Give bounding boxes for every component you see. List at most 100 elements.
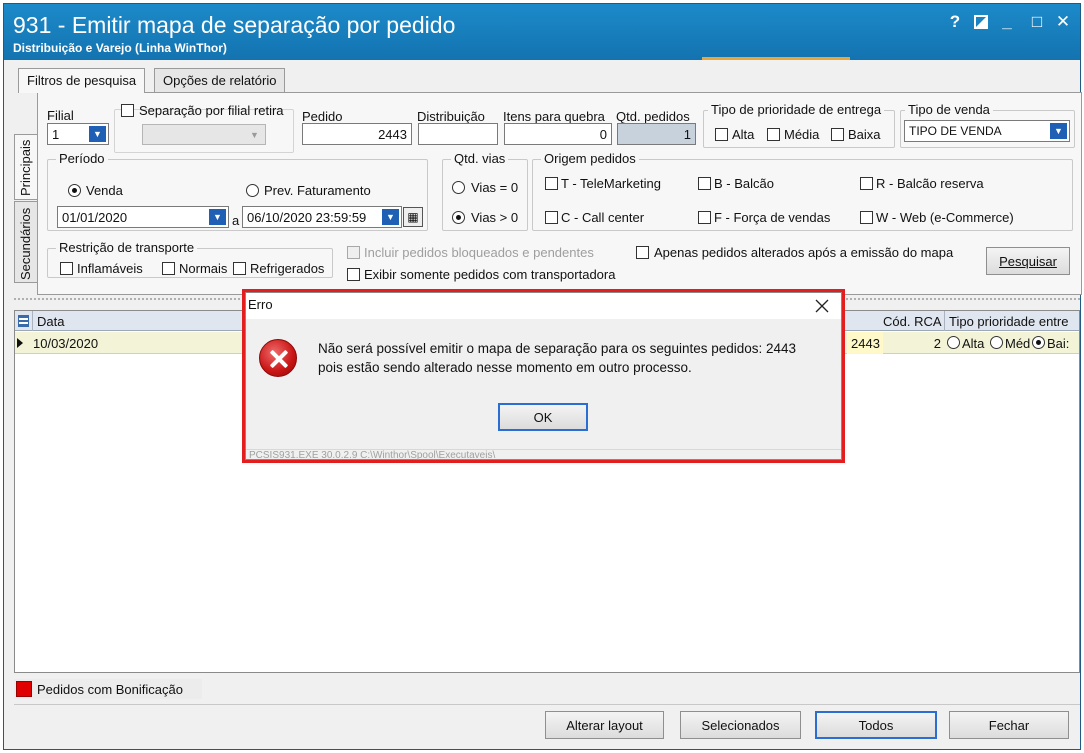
dialog-message-line2: pois estão sendo alterado nesse momento …	[318, 360, 692, 375]
side-tab-secundarios-label: Secundários	[18, 207, 33, 280]
separacao-filial-checkbox[interactable]	[121, 104, 134, 117]
vias-maior-zero-radio[interactable]	[452, 211, 465, 224]
separacao-filial-select: ▼	[142, 124, 266, 145]
tipo-prioridade-legend: Tipo de prioridade de entrega	[708, 102, 885, 117]
cell-prio-alta-label: Alta	[962, 336, 985, 351]
origem-balcao-label: B - Balcão	[714, 176, 774, 191]
cell-data: 10/03/2020	[33, 336, 99, 351]
title-bar: 931 - Emitir mapa de separação por pedid…	[4, 4, 1080, 60]
somente-transportadora-label: Exibir somente pedidos com transportador…	[364, 267, 616, 282]
dialog-title-bar: Erro	[246, 293, 841, 319]
origem-balcao-reserva-checkbox[interactable]	[860, 177, 873, 190]
filters-panel: Filial 1 ▼ Separação por filial retira ▼…	[37, 92, 1082, 295]
qtd-pedidos-label: Qtd. pedidos	[616, 109, 690, 124]
column-tipo-prioridade[interactable]: Tipo prioridade entre	[945, 311, 1079, 331]
origem-telemarketing-label: T - TeleMarketing	[561, 176, 661, 191]
tab-filtros-pesquisa[interactable]: Filtros de pesquisa	[18, 68, 146, 93]
restore-icon	[974, 15, 988, 29]
chevron-down-icon: ▼	[209, 209, 226, 225]
vias-zero-label: Vias = 0	[471, 180, 519, 195]
help-button[interactable]: ?	[944, 12, 966, 32]
periodo-legend: Período	[56, 151, 108, 166]
restricao-refrigerados-label: Refrigerados	[250, 261, 325, 276]
filial-label: Filial	[47, 108, 74, 123]
cell-pedido: 2443	[847, 332, 883, 354]
column-chooser-icon	[18, 315, 29, 327]
side-tab-secundarios[interactable]: Secundários	[14, 201, 38, 283]
vias-maior-zero-label: Vias > 0	[471, 210, 519, 225]
minimize-button[interactable]: _	[996, 12, 1018, 32]
origem-web-checkbox[interactable]	[860, 211, 873, 224]
dialog-ok-button[interactable]: OK	[498, 403, 588, 431]
prioridade-media-checkbox[interactable]	[767, 128, 780, 141]
itens-quebra-input[interactable]: 0	[504, 123, 612, 145]
tipo-venda-legend: Tipo de venda	[905, 102, 993, 117]
prioridade-alta-label: Alta	[732, 127, 755, 142]
origem-pedidos-legend: Origem pedidos	[541, 151, 639, 166]
prioridade-baixa-label: Baixa	[848, 127, 881, 142]
origem-balcao-checkbox[interactable]	[698, 177, 711, 190]
periodo-venda-radio[interactable]	[68, 184, 81, 197]
tipo-venda-select[interactable]: TIPO DE VENDA ▼	[904, 120, 1070, 142]
column-data[interactable]: Data	[33, 311, 263, 331]
error-icon	[259, 339, 297, 377]
dialog-message-line1: Não será possível emitir o mapa de separ…	[318, 341, 797, 356]
restricao-normais-checkbox[interactable]	[162, 262, 175, 275]
pesquisar-button[interactable]: Pesquisar	[986, 247, 1070, 275]
periodo-venda-label: Venda	[86, 183, 123, 198]
fechar-button[interactable]: Fechar	[949, 711, 1069, 739]
prioridade-media-label: Média	[784, 127, 820, 142]
selecionados-button[interactable]: Selecionados	[680, 711, 801, 739]
error-dialog: Erro Não será possível emitir o mapa de …	[245, 292, 842, 461]
legend-label: Pedidos com Bonificação	[37, 682, 183, 697]
distribuicao-label: Distribuição	[417, 109, 485, 124]
origem-telemarketing-checkbox[interactable]	[545, 177, 558, 190]
cell-cod-rca: 2	[933, 336, 941, 351]
prioridade-baixa-checkbox[interactable]	[831, 128, 844, 141]
calendar-icon[interactable]: ▦	[403, 207, 423, 227]
distribuicao-input[interactable]	[418, 123, 498, 145]
prioridade-alta-checkbox[interactable]	[715, 128, 728, 141]
origem-call-center-label: C - Call center	[561, 210, 645, 225]
origem-forca-vendas-label: F - Força de vendas	[714, 210, 831, 225]
column-cod-rca[interactable]: Cód. RCA	[879, 311, 945, 331]
close-icon	[815, 299, 829, 313]
restricao-refrigerados-checkbox[interactable]	[233, 262, 246, 275]
column-selector[interactable]	[15, 311, 33, 331]
alterar-layout-button[interactable]: Alterar layout	[545, 711, 664, 739]
somente-transportadora-checkbox[interactable]	[347, 268, 360, 281]
periodo-fim-input[interactable]: 06/10/2020 23:59:59 ▼	[242, 206, 402, 228]
close-button[interactable]: ✕	[1052, 12, 1074, 32]
dialog-close-button[interactable]	[815, 294, 829, 319]
periodo-prev-faturamento-radio[interactable]	[246, 184, 259, 197]
maximize-button[interactable]: □	[1026, 12, 1048, 32]
side-tab-principais-label: Principais	[18, 139, 33, 196]
todos-button[interactable]: Todos	[815, 711, 937, 739]
periodo-prev-faturamento-label: Prev. Faturamento	[264, 183, 371, 198]
cell-prio-baixa-label: Bai:	[1047, 336, 1070, 351]
origem-balcao-reserva-label: R - Balcão reserva	[876, 176, 984, 191]
itens-quebra-label: Itens para quebra	[503, 109, 605, 124]
qtd-pedidos-value: 1	[617, 123, 696, 145]
restricao-inflamaveis-checkbox[interactable]	[60, 262, 73, 275]
tab-opcoes-relatorio[interactable]: Opções de relatório	[154, 68, 286, 92]
title-accent-bar	[702, 57, 850, 60]
side-tab-principais[interactable]: Principais	[14, 134, 38, 200]
origem-call-center-checkbox[interactable]	[545, 211, 558, 224]
restricao-inflamaveis-label: Inflamáveis	[77, 261, 143, 276]
periodo-separator: a	[232, 213, 240, 228]
periodo-inicio-input[interactable]: 01/01/2020 ▼	[57, 206, 229, 228]
pedido-input[interactable]: 2443	[302, 123, 412, 145]
restore-button[interactable]	[970, 12, 992, 34]
apenas-alterados-checkbox[interactable]	[636, 246, 649, 259]
dialog-status: PCSIS931.EXE 30.0.2.9 C:\Winthor\Spool\E…	[246, 449, 841, 461]
tipo-venda-value: TIPO DE VENDA	[909, 124, 1002, 138]
dialog-title: Erro	[248, 297, 273, 312]
legend-swatch	[16, 681, 32, 697]
filial-select[interactable]: 1 ▼	[47, 123, 109, 145]
vias-zero-radio[interactable]	[452, 181, 465, 194]
dialog-body: Não será possível emitir o mapa de separ…	[246, 319, 841, 449]
chevron-down-icon: ▼	[89, 126, 106, 142]
origem-forca-vendas-checkbox[interactable]	[698, 211, 711, 224]
incluir-bloqueados-checkbox	[347, 246, 360, 259]
